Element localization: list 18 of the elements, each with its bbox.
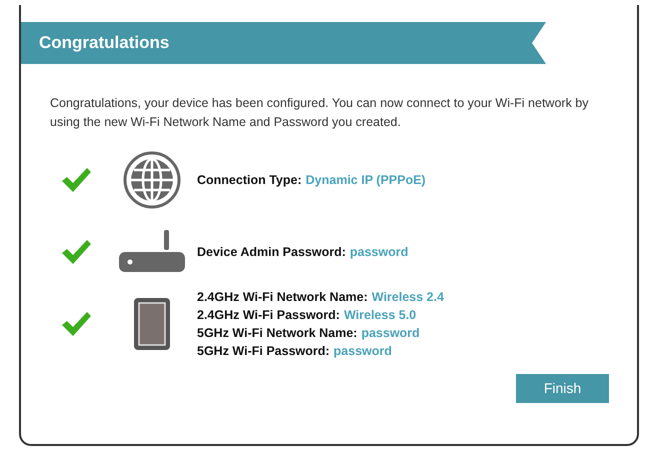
message-text: Congratulations, your device has been configured. You can now connect to your Wi-Fi network by using the new Wi-Fi Network Name and Password you created. [50,95,590,131]
field-label: 2.4GHz Wi-Fi Password: [197,308,340,322]
banner-title: Congratulations [39,32,170,54]
field-value: password [350,245,408,259]
finish-button[interactable]: Finish [516,374,609,403]
field-label: Connection Type: [197,173,302,187]
field-label: Device Admin Password: [197,245,346,259]
router-icon [119,230,185,274]
field-label: 5GHz Wi-Fi Network Name: [197,326,358,340]
field-label: 2.4GHz Wi-Fi Network Name: [197,290,368,304]
field-value: password [334,344,392,358]
field-label: 5GHz Wi-Fi Password: [197,344,330,358]
field-value: password [361,326,420,340]
field-value: Wireless 5.0 [344,308,416,322]
field-value: Dynamic IP (PPPoE) [306,173,426,187]
field-value: Wireless 2.4 [372,290,444,304]
tablet-icon [133,297,171,351]
globe-icon [123,151,181,209]
